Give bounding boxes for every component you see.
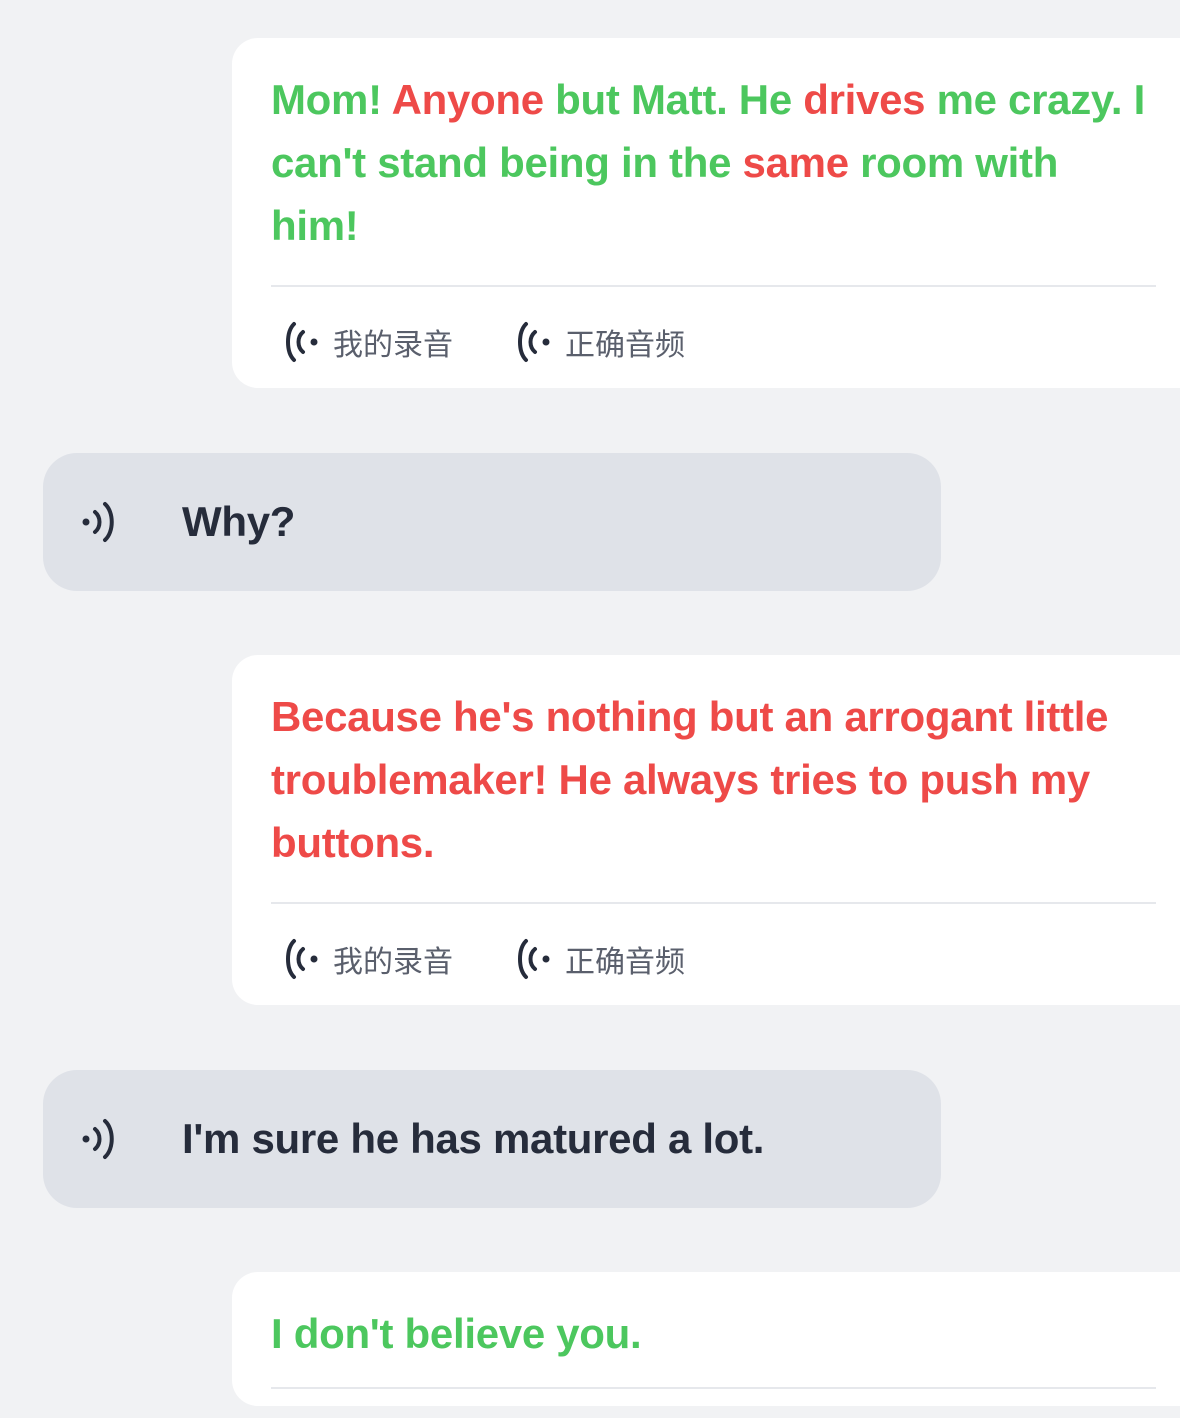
chat-thread: Mom! Anyone but Matt. He drives me crazy… <box>0 0 1180 1418</box>
sound-wave-left-icon <box>281 320 325 364</box>
user-message-text: Mom! Anyone but Matt. He drives me crazy… <box>271 68 1151 257</box>
my-recording-label: 我的录音 <box>333 328 453 363</box>
user-message-card: Because he's nothing but an arrogant lit… <box>232 655 1180 1005</box>
incorrect-word: drives <box>803 76 926 123</box>
user-message-card: Mom! Anyone but Matt. He drives me crazy… <box>232 38 1180 388</box>
sound-wave-left-icon <box>281 937 325 981</box>
correct-audio-label: 正确音频 <box>565 328 685 363</box>
correct-audio-button[interactable]: 正确音频 <box>513 320 685 364</box>
correct-audio-label: 正确音频 <box>565 945 685 980</box>
incorrect-word: Because he's nothing but an arrogant lit… <box>271 693 1109 866</box>
bot-message-text: Why? <box>182 498 296 545</box>
correct-word: I don't believe you. <box>271 1310 642 1357</box>
bot-message-bubble: Why? <box>43 453 941 591</box>
correct-word: Mom! <box>271 76 392 123</box>
my-recording-button[interactable]: 我的录音 <box>281 937 453 981</box>
correct-word: but Matt. He <box>543 76 804 123</box>
bot-message-bubble: I'm sure he has matured a lot. <box>43 1070 941 1208</box>
incorrect-word: same <box>742 139 850 186</box>
audio-controls: 我的录音 正确音频 <box>271 287 1180 397</box>
divider <box>271 1387 1156 1389</box>
audio-controls: 我的录音 正确音频 <box>271 904 1180 1014</box>
user-message-card: I don't believe you. <box>232 1272 1180 1406</box>
my-recording-button[interactable]: 我的录音 <box>281 320 453 364</box>
sound-wave-left-icon <box>513 937 557 981</box>
correct-audio-button[interactable]: 正确音频 <box>513 937 685 981</box>
user-message-text: Because he's nothing but an arrogant lit… <box>271 685 1151 874</box>
speaker-wave-icon[interactable] <box>79 498 119 546</box>
bot-message-text: I'm sure he has matured a lot. <box>182 1115 765 1162</box>
incorrect-word: Anyone <box>391 76 545 123</box>
sound-wave-left-icon <box>513 320 557 364</box>
my-recording-label: 我的录音 <box>333 945 453 980</box>
user-message-text: I don't believe you. <box>271 1302 1151 1365</box>
speaker-wave-icon[interactable] <box>79 1115 119 1163</box>
